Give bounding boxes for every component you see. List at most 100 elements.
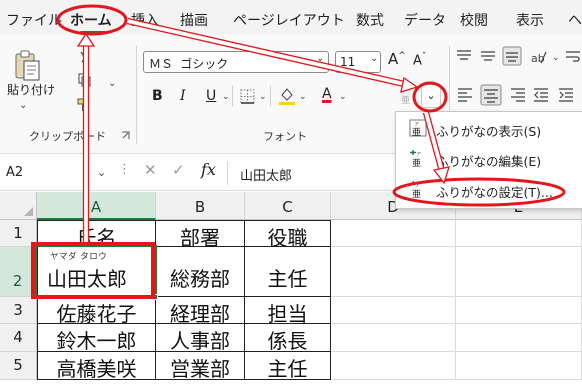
align-left-icon[interactable] xyxy=(457,86,473,102)
tab-view[interactable]: 表示 xyxy=(516,10,544,30)
align-right-icon[interactable] xyxy=(510,86,526,102)
tab-help[interactable]: ヘ xyxy=(568,10,582,30)
cell-c1[interactable]: 役職 xyxy=(245,220,331,250)
cell-e1[interactable] xyxy=(456,220,582,247)
name-box-chevron-down-icon[interactable]: ⌄ xyxy=(97,166,106,179)
menu-item-show-furigana[interactable]: ア 亜 ふりがなの表示(S) xyxy=(396,115,582,143)
copy-icon[interactable] xyxy=(78,73,92,87)
group-divider xyxy=(136,46,137,144)
furigana-settings-icon: ア 亜 xyxy=(410,180,421,198)
grow-font-button[interactable]: A^ xyxy=(388,50,406,68)
tab-insert[interactable]: 挿入 xyxy=(131,10,159,30)
column-header-c[interactable]: C xyxy=(245,192,331,220)
align-middle-icon[interactable] xyxy=(480,48,496,64)
cell-d1[interactable] xyxy=(331,220,456,247)
underline-button[interactable]: U xyxy=(206,88,216,104)
furigana-show-icon: ア 亜 xyxy=(409,119,427,137)
increase-indent-icon[interactable] xyxy=(558,86,574,102)
row-header-2[interactable]: 2 xyxy=(0,247,37,297)
menu-item-label: ふりがなの編集(E) xyxy=(436,154,542,169)
column-header-a[interactable]: A xyxy=(37,192,156,220)
cell-d2[interactable] xyxy=(331,247,456,297)
shrink-font-button[interactable]: Aˇ xyxy=(413,52,426,68)
font-name-select[interactable]: ＭＳ ゴシック xyxy=(143,51,329,73)
cell-b5[interactable]: 営業部 xyxy=(156,352,245,381)
cell-c2[interactable]: 主任 xyxy=(245,247,331,297)
name-box[interactable]: A2 xyxy=(0,159,90,187)
furigana-edit-icon: ア 亜 xyxy=(410,150,421,167)
cell-b2[interactable]: 総務部 xyxy=(156,247,245,297)
paste-button-label[interactable]: 貼り付け xyxy=(7,81,55,98)
formula-input[interactable]: 山田太郎 xyxy=(240,165,292,184)
tab-review[interactable]: 校閲 xyxy=(460,10,488,30)
cell-e2[interactable] xyxy=(456,247,582,297)
wrap-text-icon[interactable] xyxy=(565,48,581,64)
cut-icon[interactable] xyxy=(78,51,92,65)
borders-chevron-down-icon[interactable]: ⌄ xyxy=(259,92,267,102)
cell-d3[interactable] xyxy=(331,297,456,324)
furigana-button[interactable]: ア 亜 xyxy=(399,87,421,107)
select-all-corner[interactable] xyxy=(0,192,37,220)
tab-draw[interactable]: 描画 xyxy=(180,10,208,30)
align-center-icon[interactable] xyxy=(480,84,502,106)
menu-item-furigana-settings[interactable]: ア 亜 ふりがなの設定(T)... xyxy=(396,176,582,204)
font-color-chevron-down-icon[interactable]: ⌄ xyxy=(339,92,347,102)
italic-button[interactable]: I xyxy=(180,88,186,104)
row-header-1[interactable]: 1 xyxy=(0,220,37,247)
more-options-icon[interactable]: ⋮ xyxy=(118,162,131,177)
copy-chevron-down-icon[interactable]: ⌄ xyxy=(108,78,116,89)
font-size-chevron-down-icon[interactable]: ⌄ xyxy=(370,53,378,64)
align-bottom-icon[interactable] xyxy=(502,46,522,66)
tab-page-layout[interactable]: ページレイアウト xyxy=(233,10,345,30)
cancel-entry-icon[interactable]: ✕ xyxy=(144,161,157,179)
confirm-entry-icon[interactable]: ✓ xyxy=(172,161,185,179)
active-cell-selection xyxy=(35,245,157,298)
underline-chevron-down-icon[interactable]: ⌄ xyxy=(222,92,230,102)
menu-item-edit-furigana[interactable]: ア 亜 ふりがなの編集(E) xyxy=(396,145,582,173)
column-header-b[interactable]: B xyxy=(156,192,245,220)
cell-c4[interactable]: 係長 xyxy=(245,324,331,353)
cell-b1[interactable]: 部署 xyxy=(156,220,245,250)
cell-e3[interactable] xyxy=(456,297,582,324)
format-painter-icon[interactable] xyxy=(77,98,93,112)
row-header-5[interactable]: 5 xyxy=(0,352,37,380)
borders-icon[interactable] xyxy=(240,89,255,104)
furigana-chevron-down-icon[interactable]: ⌄ xyxy=(421,84,441,108)
tab-data[interactable]: データ xyxy=(404,10,446,30)
svg-text:亜: 亜 xyxy=(412,127,421,137)
cell-a1[interactable]: 氏名 xyxy=(37,220,156,250)
cell-b3[interactable]: 経理部 xyxy=(156,297,245,326)
cell-d4[interactable] xyxy=(331,324,456,352)
fill-color-chevron-down-icon[interactable]: ⌄ xyxy=(299,92,307,102)
svg-text:亜: 亜 xyxy=(412,158,421,167)
cell-e4[interactable] xyxy=(456,324,582,352)
cell-a3[interactable]: 佐藤花子 xyxy=(37,297,156,326)
fill-color-icon[interactable] xyxy=(278,86,296,106)
cell-c5[interactable]: 主任 xyxy=(245,352,331,381)
font-color-button[interactable]: A xyxy=(322,86,332,102)
cell-a4[interactable]: 鈴木一郎 xyxy=(37,324,156,353)
orientation-chevron-down-icon[interactable]: ⌄ xyxy=(552,53,560,63)
tab-formulas[interactable]: 数式 xyxy=(356,10,384,30)
bold-button[interactable]: B xyxy=(152,88,163,104)
orientation-icon[interactable]: ab xyxy=(530,48,548,66)
row-header-3[interactable]: 3 xyxy=(0,297,37,324)
align-top-icon[interactable] xyxy=(456,48,472,64)
divider xyxy=(227,161,228,185)
furigana-glyph: 亜 xyxy=(401,96,411,106)
cell-d5[interactable] xyxy=(331,352,456,380)
insert-function-button[interactable]: fx xyxy=(201,160,216,179)
clipboard-launcher-icon[interactable] xyxy=(121,131,130,140)
svg-text:亜: 亜 xyxy=(412,189,421,198)
tab-home[interactable]: ホーム xyxy=(70,10,112,30)
row-header-4[interactable]: 4 xyxy=(0,324,37,352)
cell-b4[interactable]: 人事部 xyxy=(156,324,245,353)
cell-a5[interactable]: 高橋美咲 xyxy=(37,352,156,381)
cell-e5[interactable] xyxy=(456,352,582,380)
decrease-indent-icon[interactable] xyxy=(533,86,549,102)
fill-handle[interactable] xyxy=(152,294,158,300)
cell-c3[interactable]: 担当 xyxy=(245,297,331,326)
font-name-chevron-down-icon[interactable]: ⌄ xyxy=(316,53,324,64)
paste-chevron-down-icon[interactable]: ⌄ xyxy=(19,100,27,111)
tab-file[interactable]: ファイル xyxy=(6,10,62,30)
